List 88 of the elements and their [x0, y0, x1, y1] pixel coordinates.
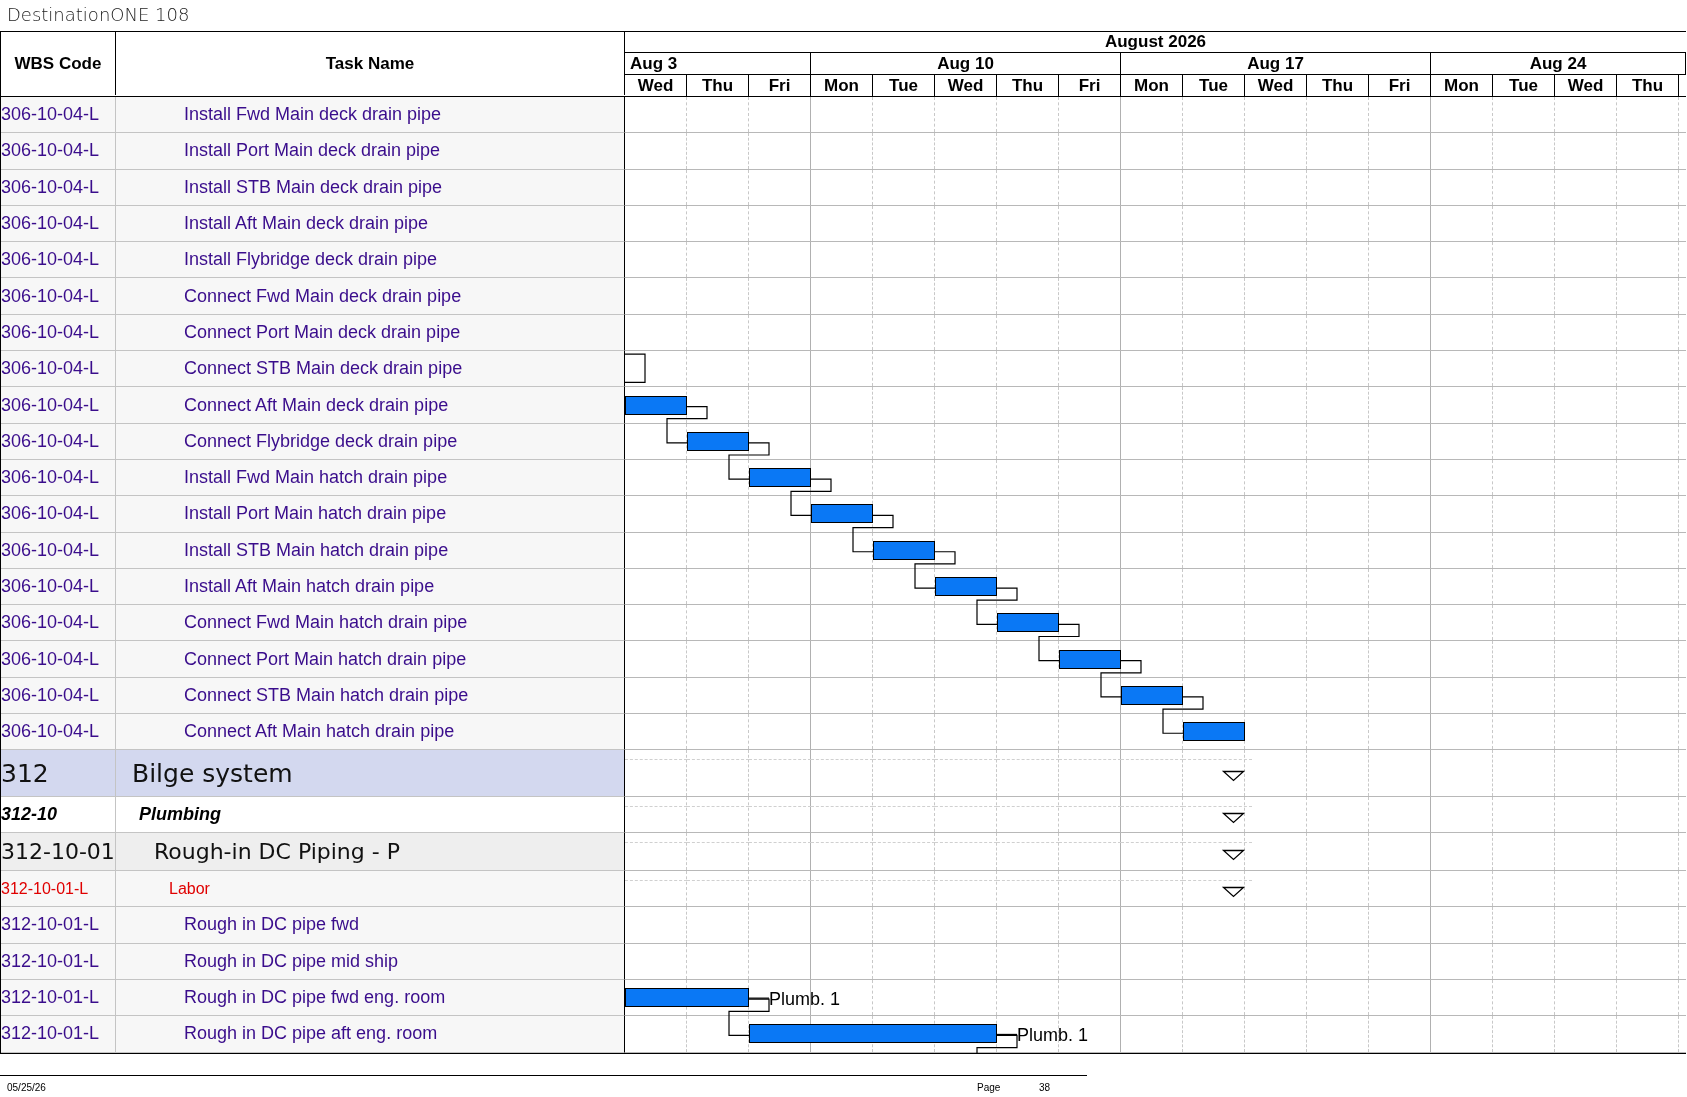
month-header: August 2026 — [625, 32, 1686, 53]
week-header: Aug 17 — [1121, 53, 1431, 74]
day-header: Mon — [1121, 75, 1183, 96]
task-name-cell: Rough-in DC Piping - P — [116, 833, 625, 871]
task-name-cell: Rough in DC pipe aft eng. room — [116, 1016, 625, 1053]
task-name-cell: Connect Flybridge deck drain pipe — [116, 423, 625, 460]
task-name-cell: Install Fwd Main hatch drain pipe — [116, 459, 625, 497]
task-name-cell: Connect Fwd Main hatch drain pipe — [116, 605, 625, 642]
task-name-cell: Install Port Main deck drain pipe — [116, 133, 625, 170]
wbs-cell: 306-10-04-L — [1, 423, 116, 460]
task-name-cell: Install Fwd Main deck drain pipe — [116, 97, 625, 134]
summary-marker-icon — [1223, 812, 1244, 824]
summary-marker-icon — [1223, 886, 1244, 898]
day-header: Wed — [1555, 75, 1617, 96]
print-date: 05/25/26 — [7, 1082, 47, 1094]
wbs-cell: 306-10-04-L — [1, 169, 116, 206]
task-name-cell: Connect Port Main hatch drain pipe — [116, 641, 625, 678]
page-number: 38 — [1039, 1082, 1051, 1094]
day-header: Tue — [873, 75, 935, 96]
summary-marker-icon — [1223, 849, 1244, 861]
day-header: Thu — [997, 75, 1059, 96]
week-header: Aug 3 — [625, 53, 811, 74]
leader-line — [996, 1033, 1018, 1036]
wbs-cell: 306-10-04-L — [1, 714, 116, 751]
task-name-cell: Connect Aft Main deck drain pipe — [116, 387, 625, 424]
wbs-cell: 306-10-04-L — [1, 677, 116, 715]
task-name-cell: Rough in DC pipe mid ship — [116, 943, 625, 980]
wbs-cell: 312-10-01-L — [1, 1016, 116, 1053]
day-header: Wed — [935, 75, 997, 96]
week-header: Aug 10 — [811, 53, 1121, 74]
wbs-cell: 306-10-04-L — [1, 351, 116, 388]
day-header: Wed — [625, 75, 687, 96]
task-name-cell: Install STB Main hatch drain pipe — [116, 532, 625, 569]
task-name-cell: Connect STB Main hatch drain pipe — [116, 677, 625, 715]
task-name-cell: Labor — [116, 870, 625, 908]
day-header: Mon — [1431, 75, 1493, 96]
task-name-cell: Plumbing — [116, 797, 625, 834]
day-header: Thu — [687, 75, 749, 96]
task-name-cell: Connect Port Main deck drain pipe — [116, 314, 625, 352]
week-header: Aug 24 — [1431, 53, 1686, 74]
column-header: WBS Code — [1, 32, 116, 95]
task-name-cell: Rough in DC pipe fwd eng. room — [116, 979, 625, 1017]
wbs-cell: 306-10-04-L — [1, 568, 116, 606]
task-name-cell: Install Flybridge deck drain pipe — [116, 242, 625, 279]
document-title: DestinationONE 108 — [6, 3, 190, 27]
day-header: Fri — [1369, 75, 1431, 96]
leader-line — [748, 997, 770, 999]
wbs-cell: 306-10-04-L — [1, 242, 116, 279]
task-name-cell: Install STB Main deck drain pipe — [116, 169, 625, 206]
wbs-cell: 306-10-04-L — [1, 97, 116, 134]
wbs-cell: 306-10-04-L — [1, 133, 116, 170]
task-name-cell: Connect Fwd Main deck drain pipe — [116, 278, 625, 315]
wbs-cell: 306-10-04-L — [1, 205, 116, 243]
task-name-cell: Install Port Main hatch drain pipe — [116, 496, 625, 533]
day-header: Mon — [811, 75, 873, 96]
wbs-cell: 312-10-01-L — [1, 943, 116, 980]
wbs-cell: 306-10-04-L — [1, 605, 116, 642]
wbs-cell: 306-10-04-L — [1, 459, 116, 497]
day-header: Thu — [1307, 75, 1369, 96]
day-header: Wed — [1245, 75, 1307, 96]
page-label: Page — [977, 1082, 1002, 1094]
column-header: Task Name — [116, 32, 625, 95]
resource-label: Plumb. 1 — [769, 988, 840, 1009]
day-header: Thu — [1617, 75, 1679, 96]
wbs-cell: 312-10-01-L — [1, 979, 116, 1017]
day-header: Tue — [1493, 75, 1555, 96]
wbs-cell: 306-10-04-L — [1, 532, 116, 569]
wbs-cell: 306-10-04-L — [1, 387, 116, 424]
task-name-cell: Install Aft Main deck drain pipe — [116, 205, 625, 243]
task-name-cell: Bilge system — [116, 750, 625, 798]
wbs-cell: 312-10-01-L — [1, 870, 116, 908]
task-name-cell: Connect STB Main deck drain pipe — [116, 351, 625, 388]
task-name-cell: Connect Aft Main hatch drain pipe — [116, 714, 625, 751]
day-header: Fri — [1059, 75, 1121, 96]
wbs-cell: 312-10 — [1, 797, 116, 834]
day-header: Fri — [749, 75, 811, 96]
task-name-cell: Rough in DC pipe fwd — [116, 907, 625, 944]
wbs-cell: 306-10-04-L — [1, 314, 116, 352]
wbs-cell: 312-10-01-L — [1, 907, 116, 944]
wbs-cell: 306-10-04-L — [1, 496, 116, 533]
day-header: Tue — [1183, 75, 1245, 96]
wbs-cell: 312 — [1, 750, 116, 798]
resource-label: Plumb. 1 — [1017, 1024, 1088, 1045]
wbs-cell: 306-10-04-L — [1, 641, 116, 678]
summary-marker-icon — [1223, 771, 1244, 783]
wbs-cell: 306-10-04-L — [1, 278, 116, 315]
task-name-cell: Install Aft Main hatch drain pipe — [116, 568, 625, 606]
wbs-cell: 312-10-01 — [1, 833, 116, 871]
